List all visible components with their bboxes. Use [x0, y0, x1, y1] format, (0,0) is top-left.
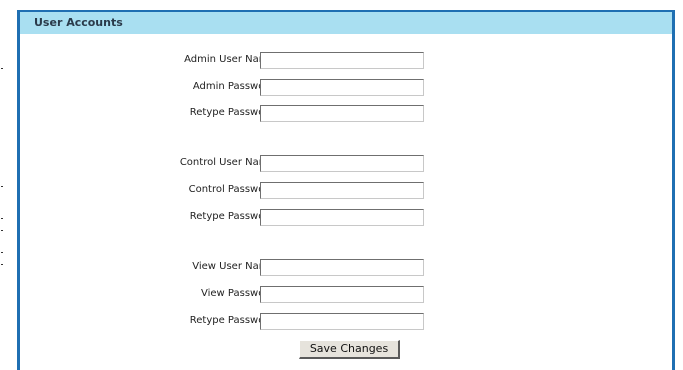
admin-username-row: Admin User Name:	[20, 52, 672, 70]
control-retype-password-input[interactable]	[260, 209, 424, 226]
view-password-input[interactable]	[260, 286, 424, 303]
admin-username-input[interactable]	[260, 52, 424, 69]
view-username-row: View User Name:	[20, 259, 672, 277]
control-username-row: Control User Name:	[20, 155, 672, 173]
page: User Accounts Admin User Name: Admin Pas…	[0, 0, 683, 370]
admin-password-input[interactable]	[260, 79, 424, 96]
save-changes-button[interactable]: Save Changes	[299, 340, 400, 359]
left-edge-marks	[0, 0, 4, 370]
view-retype-password-input[interactable]	[260, 313, 424, 330]
panel-title: User Accounts	[20, 12, 672, 34]
admin-retype-password-row: Retype Password:	[20, 105, 672, 123]
admin-password-row: Admin Password:	[20, 79, 672, 97]
view-username-input[interactable]	[260, 259, 424, 276]
user-accounts-panel: User Accounts Admin User Name: Admin Pas…	[17, 10, 675, 370]
view-password-row: View Password:	[20, 286, 672, 304]
control-retype-password-row: Retype Password:	[20, 209, 672, 227]
control-password-input[interactable]	[260, 182, 424, 199]
control-password-row: Control Password:	[20, 182, 672, 200]
control-username-input[interactable]	[260, 155, 424, 172]
view-retype-password-row: Retype Password:	[20, 313, 672, 331]
admin-retype-password-input[interactable]	[260, 105, 424, 122]
